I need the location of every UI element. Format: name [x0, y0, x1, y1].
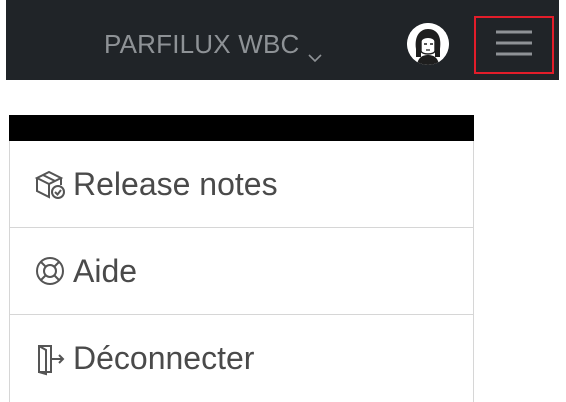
- chevron-down-icon: [307, 39, 322, 63]
- menu-item-label: Déconnecter: [73, 340, 255, 376]
- hamburger-menu-icon: [494, 27, 534, 64]
- user-dropdown-menu: Release notes Aide Déconnecter: [9, 115, 474, 402]
- logout-door-icon: [33, 342, 67, 376]
- dropdown-header-bar: [9, 115, 474, 141]
- menu-toggle-button[interactable]: [474, 16, 554, 74]
- menu-item-label: Aide: [73, 252, 138, 289]
- tenant-selector[interactable]: PARFILUX WBC: [104, 24, 322, 64]
- lifebuoy-icon: [33, 254, 67, 288]
- menu-item-help[interactable]: Aide: [9, 228, 474, 315]
- user-avatar[interactable]: [407, 23, 449, 65]
- menu-item-logout[interactable]: Déconnecter: [9, 315, 474, 402]
- package-check-icon: [33, 167, 67, 201]
- tenant-label: PARFILUX WBC: [104, 28, 300, 59]
- menu-item-label: Release notes: [73, 165, 278, 202]
- menu-item-release-notes[interactable]: Release notes: [9, 141, 474, 228]
- top-navbar: PARFILUX WBC: [6, 0, 559, 80]
